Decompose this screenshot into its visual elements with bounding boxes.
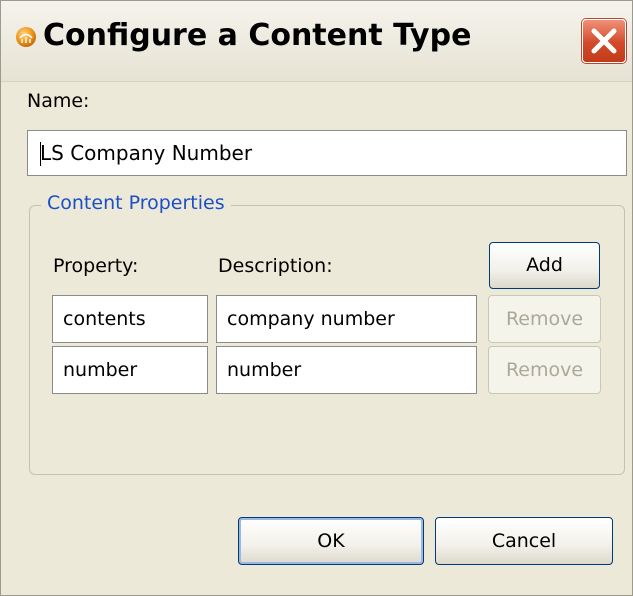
title-bar[interactable]: Configure a Content Type	[1, 1, 632, 82]
text-caret	[40, 142, 41, 166]
ok-button-label: OK	[317, 530, 345, 552]
add-property-button-label: Add	[526, 254, 563, 276]
remove-row-1-button[interactable]: Remove	[488, 295, 601, 343]
remove-row-1-label: Remove	[505, 308, 584, 330]
close-icon	[591, 28, 617, 54]
name-input-value: LS Company Number	[40, 141, 253, 165]
content-properties-legend: Content Properties	[41, 190, 231, 216]
cancel-button-label: Cancel	[491, 530, 557, 552]
name-input[interactable]: LS Company Number	[27, 130, 627, 176]
ok-button[interactable]: OK	[238, 517, 424, 565]
description-column-header: Description:	[218, 255, 333, 277]
dialog-title: Configure a Content Type	[43, 18, 472, 53]
property-column-header: Property:	[53, 255, 139, 277]
add-property-button[interactable]: Add	[489, 242, 600, 289]
property-input-row-1[interactable]: contents	[52, 295, 208, 343]
description-input-row-1[interactable]: company number	[216, 295, 477, 343]
description-input-row-2[interactable]: number	[216, 346, 477, 394]
app-logo-icon	[15, 26, 37, 48]
configure-content-type-dialog: Configure a Content Type Name: LS Compan…	[0, 0, 633, 596]
name-label: Name:	[27, 90, 90, 112]
cancel-button[interactable]: Cancel	[435, 517, 613, 565]
close-button[interactable]	[582, 19, 626, 63]
remove-row-2-button[interactable]: Remove	[488, 346, 601, 394]
remove-row-2-label: Remove	[505, 359, 584, 381]
property-input-row-2[interactable]: number	[52, 346, 208, 394]
